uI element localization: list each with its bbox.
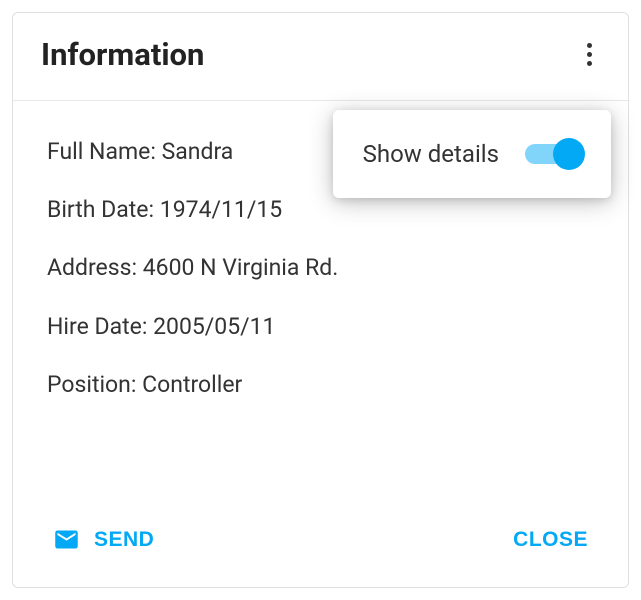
mail-icon: [53, 526, 80, 553]
dots-vertical-icon: [587, 43, 592, 48]
card-actions: SEND CLOSE: [13, 508, 628, 587]
info-label: Position: [47, 371, 131, 398]
info-value: Controller: [142, 371, 242, 398]
info-value: 4600 N Virginia Rd.: [143, 254, 339, 281]
info-value: 2005/05/11: [153, 313, 275, 340]
send-button-label: SEND: [94, 528, 154, 552]
info-row-birth-date: Birth Date: 1974/11/15: [47, 194, 598, 226]
info-label: Address: [47, 254, 131, 281]
show-details-popover: Show details: [333, 110, 611, 198]
info-label: Hire Date: [47, 313, 142, 340]
info-row-address: Address: 4600 N Virginia Rd.: [47, 252, 598, 284]
show-details-toggle[interactable]: [525, 138, 581, 170]
info-label: Birth Date: [47, 196, 149, 223]
info-value: 1974/11/15: [160, 196, 282, 223]
card-header: Information: [13, 13, 628, 101]
info-value: Sandra: [162, 138, 234, 165]
close-button[interactable]: CLOSE: [509, 522, 592, 558]
information-card: Information Full Name: Sandra Birth Date…: [12, 12, 629, 588]
switch-thumb: [553, 138, 585, 170]
send-button[interactable]: SEND: [49, 520, 158, 559]
info-row-position: Position: Controller: [47, 369, 598, 401]
info-label: Full Name: [47, 138, 150, 165]
close-button-label: CLOSE: [513, 528, 588, 552]
card-title: Information: [41, 36, 204, 73]
show-details-label: Show details: [363, 140, 499, 168]
info-row-hire-date: Hire Date: 2005/05/11: [47, 311, 598, 343]
more-options-button[interactable]: [579, 35, 600, 74]
